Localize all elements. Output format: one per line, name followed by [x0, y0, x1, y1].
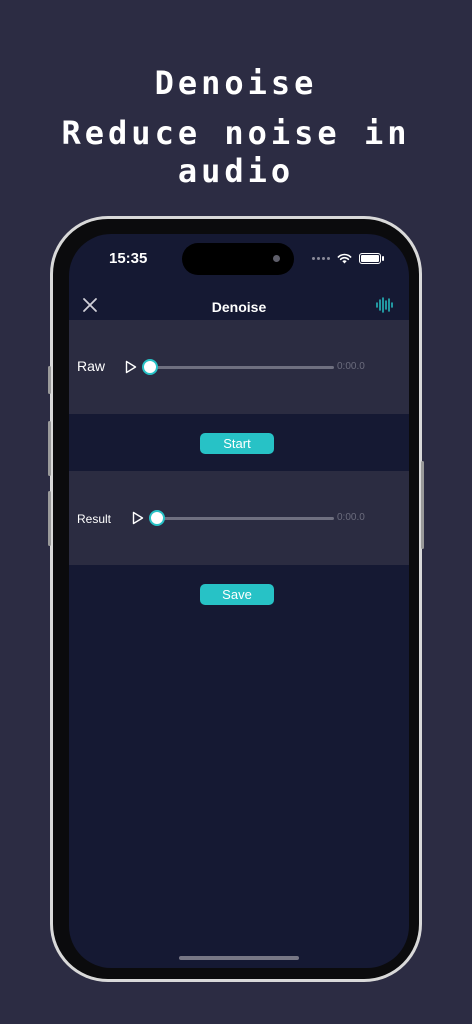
result-seek-track[interactable]	[158, 517, 334, 520]
result-audio-panel: Result 0:00.0	[69, 471, 409, 565]
battery-icon	[359, 252, 384, 264]
raw-seek-thumb[interactable]	[142, 359, 158, 375]
phone-volume-up	[48, 421, 51, 476]
dynamic-island	[182, 243, 294, 275]
status-indicators	[312, 251, 384, 265]
start-button[interactable]: Start	[200, 433, 274, 454]
save-button[interactable]: Save	[200, 584, 274, 605]
result-label: Result	[77, 512, 112, 526]
promo-subtitle: Reduce noise in audio	[61, 114, 411, 190]
phone-power-button	[421, 461, 424, 549]
status-time: 15:35	[109, 250, 148, 267]
wifi-icon	[337, 253, 352, 263]
result-play-icon[interactable]	[132, 511, 144, 525]
camera-dot	[273, 255, 280, 262]
phone-silent-switch	[48, 366, 51, 394]
home-indicator[interactable]	[179, 956, 299, 960]
phone-volume-down	[48, 491, 51, 546]
result-time: 0:00.0	[337, 512, 365, 523]
waveform-icon[interactable]	[375, 296, 393, 314]
raw-play-icon[interactable]	[125, 360, 137, 374]
result-seek-thumb[interactable]	[149, 510, 165, 526]
signal-icon	[312, 256, 330, 260]
raw-time: 0:00.0	[337, 361, 365, 372]
phone-frame: 15:35 Denoise Raw 0:00.0 Start Result 0:…	[48, 216, 424, 982]
phone-bezel: 15:35 Denoise Raw 0:00.0 Start Result 0:…	[53, 219, 419, 979]
promo-title: Denoise	[154, 64, 318, 102]
raw-label: Raw	[77, 358, 106, 374]
page-title: Denoise	[211, 299, 267, 315]
screen: 15:35 Denoise Raw 0:00.0 Start Result 0:…	[69, 234, 409, 968]
raw-audio-panel: Raw 0:00.0	[69, 320, 409, 414]
raw-seek-track[interactable]	[151, 366, 334, 369]
